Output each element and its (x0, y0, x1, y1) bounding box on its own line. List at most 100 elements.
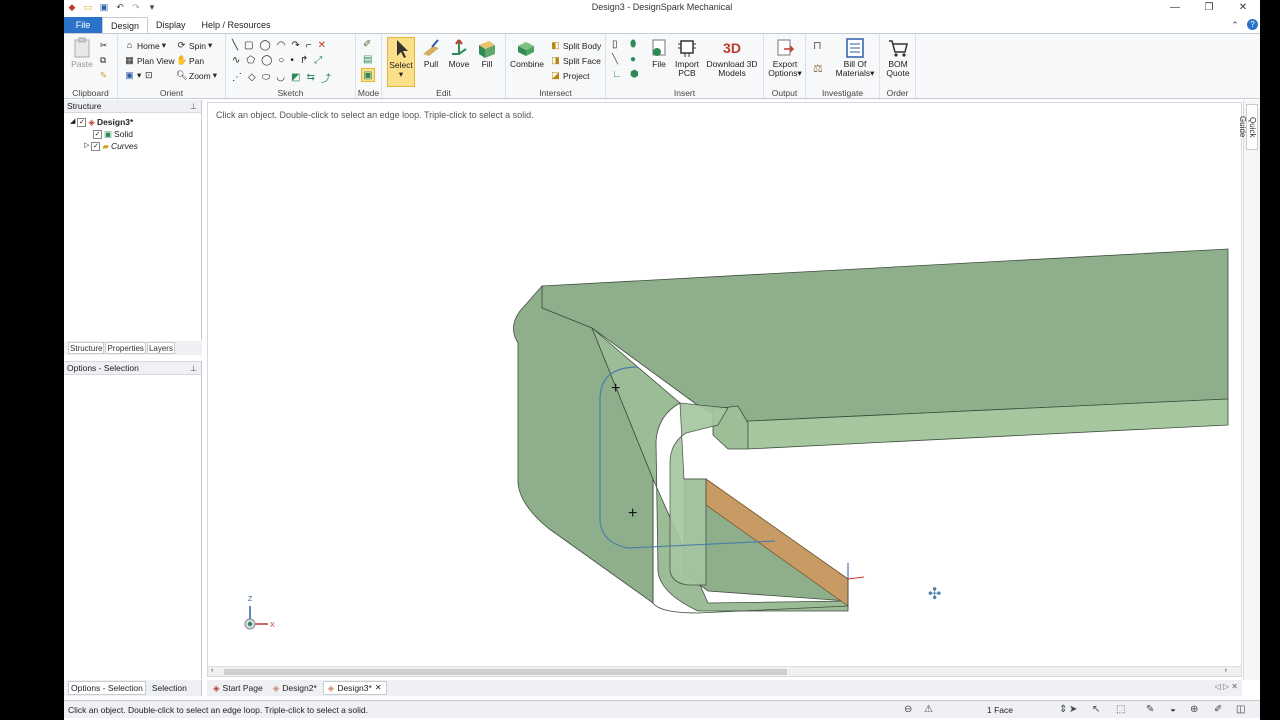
restore-button[interactable]: ❐ (1192, 0, 1226, 16)
scrollbar-thumb[interactable] (224, 669, 787, 675)
mirror-icon[interactable]: ⇆ (306, 72, 314, 83)
polygon-tool-icon[interactable]: ⬠ (246, 55, 255, 66)
doc-tab-design3[interactable]: ◈ Design3* ✕ (322, 681, 387, 695)
bend-icon[interactable]: ⤴ (321, 70, 331, 85)
home-button[interactable]: ⌂ Home ▾ (124, 40, 166, 51)
visibility-checkbox[interactable]: ✓ (91, 141, 101, 151)
pull-button[interactable]: Pull (418, 37, 444, 69)
cylinder-icon[interactable]: ▯ (612, 39, 618, 50)
tree-item-curves[interactable]: ▷ ✓ ▰ Curves (84, 140, 138, 152)
ellipse-tool-icon[interactable]: ◯ (261, 55, 272, 66)
edit-pen-icon[interactable]: ✐ (1214, 704, 1222, 715)
tab-properties[interactable]: Properties (105, 342, 146, 354)
three-point-circle-icon[interactable]: ○ (278, 55, 284, 66)
sweep-arc-icon[interactable]: ↷ (291, 40, 299, 51)
help-icon[interactable]: ? (1247, 19, 1258, 30)
box-select-icon[interactable]: ⬚ (1116, 704, 1125, 715)
doc-tab-start-page[interactable]: ◈ Start Page (209, 681, 267, 695)
import-pcb-button[interactable]: Import PCB (674, 37, 700, 78)
cut-icon[interactable]: ✂ (100, 40, 107, 51)
construction-line-icon[interactable]: ⋰ (232, 72, 242, 83)
plan-view-button[interactable]: ▦ Plan View (124, 55, 174, 66)
download-3d-models-button[interactable]: 3D Download 3D Models (704, 37, 760, 78)
pan-button[interactable]: ✋ Pan (176, 55, 204, 66)
close-all-icon[interactable]: ✕ (1231, 682, 1238, 691)
spin-button[interactable]: ⟳ Spin ▾ (176, 40, 213, 51)
tab-design[interactable]: Design (102, 17, 149, 33)
tree-item-solid[interactable]: ✓ ▣ Solid (93, 128, 133, 140)
project-button[interactable]: ◪ Project (550, 70, 589, 81)
rectangle-tool-icon[interactable]: ▢ (244, 40, 253, 51)
corner-icon[interactable]: ⌐ (306, 40, 312, 51)
ellipse-alt-icon[interactable]: ⬭ (262, 72, 271, 83)
arc-tool-icon[interactable]: ◠ (277, 40, 286, 51)
point-tool-icon[interactable]: • (290, 55, 294, 66)
warning-icon[interactable]: ⚠ (924, 704, 933, 715)
select-button[interactable]: Select ▾ (387, 37, 415, 87)
copy-icon[interactable]: ⧉ (100, 55, 106, 66)
axis-icon[interactable]: ∟ (612, 69, 622, 80)
zoom-button[interactable]: 🔍︎ Zoom ▾ (176, 70, 217, 81)
minimize-button[interactable]: — (1158, 0, 1192, 16)
circle-tool-icon[interactable]: ◯ (259, 40, 270, 51)
split-body-button[interactable]: ◧ Split Body (550, 40, 601, 51)
spline-tool-icon[interactable]: ∿ (232, 55, 240, 66)
status-indicator-icon[interactable]: ⊖ (904, 704, 912, 715)
tab-options-selection[interactable]: Options - Selection (68, 681, 146, 695)
doc-tab-design2[interactable]: ◈ Design2* (269, 681, 321, 695)
material-icon[interactable]: ◒ (1170, 704, 1176, 715)
line-tool-icon[interactable]: ╲ (232, 40, 238, 51)
select-mode-icon[interactable]: ↖ (1092, 704, 1100, 715)
bom-quote-button[interactable]: BOM Quote (882, 37, 914, 78)
export-options-button[interactable]: Export Options▾ (766, 37, 804, 78)
collapse-arrow-icon[interactable]: ◢ (70, 116, 75, 128)
format-painter-icon[interactable]: ✎ (100, 70, 107, 81)
expand-arrow-icon[interactable]: ▷ (84, 140, 89, 152)
bill-of-materials-button[interactable]: Bill Of Materials▾ (832, 37, 878, 78)
offset-curve-icon[interactable]: ◩ (291, 72, 300, 83)
sketch-mode-icon[interactable]: ✐ (363, 39, 371, 50)
paint-icon[interactable]: ✎ (1146, 704, 1154, 715)
model-canvas[interactable]: + + ✣ Z X (208, 103, 1242, 668)
scroll-left-icon[interactable]: ‹ (211, 667, 213, 674)
tab-display[interactable]: Display (148, 17, 194, 33)
tab-scroll-right-icon[interactable]: ▷ (1223, 682, 1229, 691)
combine-button[interactable]: Combine (510, 37, 544, 69)
tab-structure[interactable]: Structure (68, 342, 105, 354)
pin-icon[interactable]: ⊥ (190, 362, 197, 375)
tab-help-resources[interactable]: Help / Resources (194, 17, 279, 33)
selection-spinner-icon[interactable]: ⇕ (1059, 704, 1067, 715)
split-face-button[interactable]: ◨ Split Face (550, 55, 601, 66)
shell-icon[interactable]: ⬮ (630, 39, 636, 50)
quick-guide-tab[interactable]: Quick Guide (1238, 104, 1258, 150)
plane-icon[interactable]: ╲ (612, 54, 618, 65)
three-point-rectangle-icon[interactable]: ◇ (248, 72, 256, 83)
view-cube-button[interactable]: ▣ ▾ ⊡ (124, 70, 154, 81)
move-button[interactable]: Move (446, 37, 472, 69)
visibility-checkbox[interactable]: ✓ (93, 129, 102, 139)
close-tab-icon[interactable]: ✕ (375, 681, 382, 695)
measure-icon[interactable]: ⊓ (813, 39, 822, 52)
paste-button[interactable]: Paste (68, 37, 96, 69)
zoom-status-icon[interactable]: ⊕ (1190, 704, 1198, 715)
view-toggle-icon[interactable]: ◫ (1236, 704, 1245, 715)
horizontal-scrollbar[interactable]: ‹ › (208, 666, 1241, 676)
scroll-right-icon[interactable]: › (1225, 667, 1227, 674)
three-point-arc-icon[interactable]: ◡ (276, 72, 285, 83)
tab-layers[interactable]: Layers (146, 342, 175, 354)
cursor-icon[interactable]: ➤ (1069, 704, 1077, 715)
tree-item-design[interactable]: ◢ ✓ ◈ Design3* (70, 116, 133, 128)
box-icon[interactable]: ⬢ (630, 69, 639, 80)
3d-mode-icon[interactable]: ▣ (361, 68, 375, 82)
close-button[interactable]: ✕ (1226, 0, 1260, 16)
fill-button[interactable]: Fill (474, 37, 500, 69)
mass-icon[interactable]: ⚖ (813, 62, 823, 75)
trim-icon[interactable]: ✕ (318, 40, 326, 51)
sphere-icon[interactable]: ● (630, 54, 636, 65)
section-mode-icon[interactable]: ▤ (363, 54, 372, 65)
pin-icon[interactable]: ⊥ (190, 100, 197, 113)
insert-file-button[interactable]: File (646, 37, 672, 69)
tab-file[interactable]: File (64, 17, 102, 33)
visibility-checkbox[interactable]: ✓ (77, 117, 87, 127)
tab-scroll-left-icon[interactable]: ◁ (1215, 682, 1221, 691)
